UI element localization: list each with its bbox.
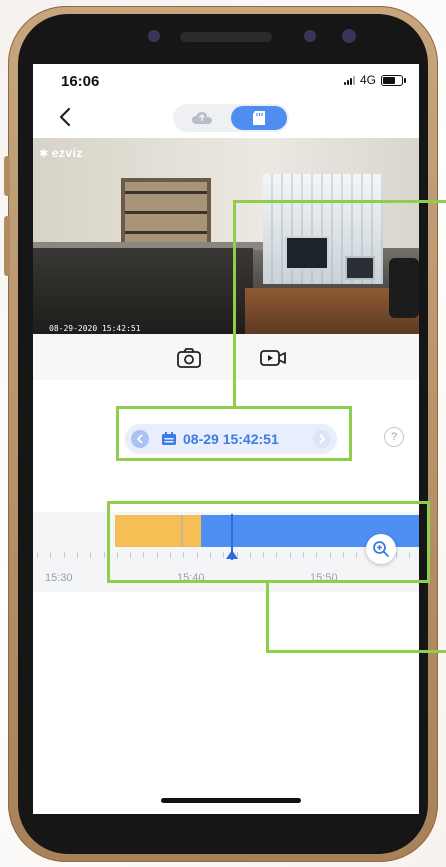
phone-side-button [4, 216, 10, 276]
sensor-icon [304, 30, 316, 42]
snapshot-button[interactable] [175, 346, 203, 370]
phone-side-button [4, 156, 10, 196]
sensor-icon [342, 29, 356, 43]
tick-mark [90, 552, 92, 558]
status-time: 16:06 [61, 73, 100, 90]
network-label: 4G [359, 73, 376, 87]
cloud-icon [192, 112, 212, 124]
chevron-left-icon [59, 107, 71, 127]
logo-icon: ✱ [39, 147, 49, 160]
annotation-leader [266, 583, 269, 653]
signal-icon [343, 75, 355, 85]
front-camera-icon [148, 30, 160, 42]
tick-mark [37, 552, 38, 558]
source-toggle [173, 104, 289, 132]
phone-speaker [180, 32, 272, 42]
video-record-icon [260, 350, 286, 366]
record-button[interactable] [259, 346, 287, 370]
sd-card-tab[interactable] [231, 106, 287, 130]
back-button[interactable] [51, 100, 81, 134]
tick-mark [63, 552, 65, 558]
highlight-box-date [116, 406, 352, 461]
highlight-box-timeline [107, 501, 430, 583]
tick-mark [76, 552, 78, 558]
ezviz-logo: ✱ ezviz [39, 146, 83, 160]
camera-icon [177, 348, 201, 368]
battery-icon [381, 74, 406, 86]
annotation-leader [233, 200, 446, 203]
live-video-feed[interactable]: ✱ ezviz 08-29-2020 15:42:51 [33, 138, 419, 334]
annotation-leader [233, 200, 236, 407]
home-indicator[interactable] [161, 798, 301, 803]
tick-mark [50, 552, 52, 558]
cloud-storage-tab[interactable] [177, 106, 227, 130]
status-indicators: 4G [343, 73, 406, 87]
video-timestamp: 08-29-2020 15:42:51 [49, 324, 141, 333]
sd-card-icon [253, 111, 265, 125]
video-controls-bar [33, 334, 419, 380]
annotation-leader [266, 650, 446, 653]
help-button[interactable]: ? [384, 427, 404, 447]
tick-label: 15:30 [45, 572, 73, 584]
tick-mark [103, 552, 105, 558]
